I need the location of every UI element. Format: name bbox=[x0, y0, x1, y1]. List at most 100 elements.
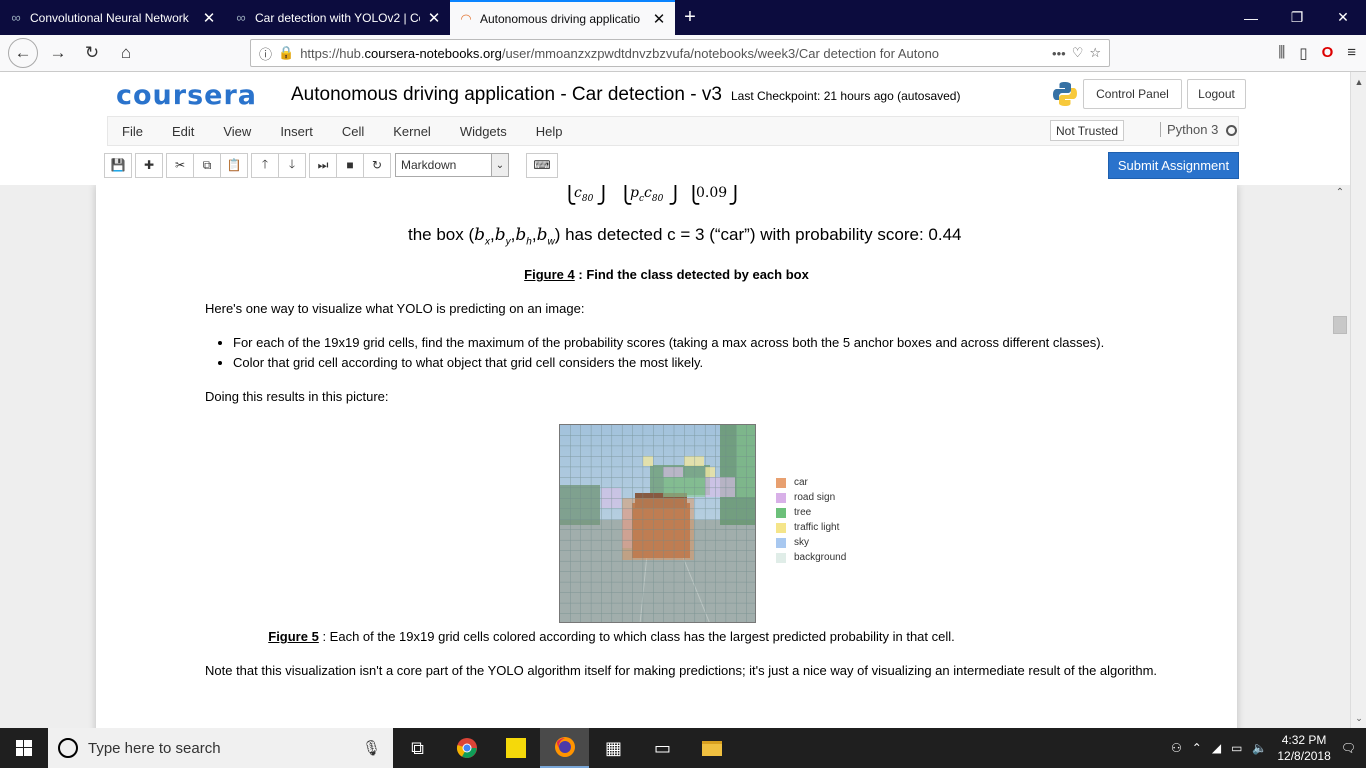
list-item: Color that grid cell according to what o… bbox=[233, 353, 1104, 373]
reload-button[interactable]: ↻ bbox=[78, 39, 106, 67]
new-tab-button[interactable]: + bbox=[675, 0, 705, 35]
home-button[interactable]: ⌂ bbox=[112, 39, 140, 67]
page-actions-icon[interactable]: ••• bbox=[1052, 46, 1066, 61]
save-button[interactable]: 💾 bbox=[104, 152, 132, 178]
notifications-icon[interactable]: 🗨 bbox=[1341, 741, 1356, 755]
menu-cell[interactable]: Cell bbox=[342, 124, 364, 139]
taskbar-clock[interactable]: 4:32 PM 12/8/2018 bbox=[1277, 732, 1330, 764]
move-up-button[interactable]: 🡑 bbox=[251, 152, 279, 178]
taskbar-search[interactable]: Type here to search 🎙 bbox=[48, 728, 393, 768]
kernel-idle-icon bbox=[1226, 125, 1238, 137]
opera-icon[interactable]: O bbox=[1322, 44, 1334, 62]
scroll-thumb[interactable] bbox=[1333, 316, 1347, 334]
insert-cell-button[interactable]: ✚ bbox=[135, 152, 163, 178]
firefox-icon[interactable] bbox=[540, 728, 589, 768]
notebook-site: ⎩ c80 ⎭ ⎩ pcc80 ⎭ ⎩ 0.09 ⎭ the box (bx,b… bbox=[0, 185, 1350, 728]
info-icon[interactable]: ⓘ bbox=[259, 44, 272, 63]
figure-5-caption: Figure 5 : Each of the 19x19 grid cells … bbox=[41, 629, 1182, 644]
intro-paragraph: Here's one way to visualize what YOLO is… bbox=[205, 301, 585, 316]
tab-convolutional-neural-networks[interactable]: ∞ Convolutional Neural Network ✕ bbox=[0, 0, 225, 35]
move-down-button[interactable]: 🡓 bbox=[278, 152, 306, 178]
python-logo-icon bbox=[1053, 82, 1077, 106]
terminal-icon[interactable]: ▭ bbox=[638, 728, 687, 768]
menu-edit[interactable]: Edit bbox=[172, 124, 194, 139]
copy-button[interactable]: ⧉ bbox=[193, 152, 221, 178]
notebook-scrollbar[interactable]: ⌃ bbox=[1331, 185, 1349, 728]
sidebar-icon[interactable]: ▯ bbox=[1299, 44, 1307, 62]
tab-autonomous-driving[interactable]: ◠ Autonomous driving applicatio ✕ bbox=[450, 0, 675, 35]
command-palette-button[interactable]: ⌨ bbox=[526, 152, 558, 178]
pocket-icon[interactable]: ♡ bbox=[1072, 45, 1084, 61]
url-text[interactable]: https://hub.coursera-notebooks.org/user/… bbox=[300, 46, 1046, 61]
cut-button[interactable]: ✂ bbox=[166, 152, 194, 178]
close-tab-icon[interactable]: ✕ bbox=[426, 9, 442, 27]
menu-file[interactable]: File bbox=[122, 124, 143, 139]
tab-car-detection[interactable]: ∞ Car detection with YOLOv2 | Co ✕ bbox=[225, 0, 450, 35]
cell-type-select[interactable]: Markdown ⌄ bbox=[395, 153, 509, 177]
menu-view[interactable]: View bbox=[223, 124, 251, 139]
menu-kernel[interactable]: Kernel bbox=[393, 124, 431, 139]
windows-taskbar: Type here to search 🎙 ⧉ ▦ ▭ ⚇ ⌃ ◢ ▭ 🔈 4:… bbox=[0, 728, 1366, 768]
bracket-right: ⎭ bbox=[668, 185, 683, 205]
matrix-c80: c80 bbox=[574, 185, 593, 204]
kernel-indicator: Python 3 bbox=[1160, 122, 1238, 137]
microphone-icon[interactable]: 🎙 bbox=[362, 739, 381, 757]
legend-label: tree bbox=[794, 507, 812, 518]
cortana-icon bbox=[58, 738, 78, 758]
scroll-down-icon[interactable]: ⌄ bbox=[1351, 710, 1366, 726]
close-tab-icon[interactable]: ✕ bbox=[651, 10, 667, 28]
restore-icon[interactable]: ❐ bbox=[1274, 0, 1320, 35]
minimize-icon[interactable]: — bbox=[1228, 0, 1274, 35]
volume-icon[interactable]: 🔈 bbox=[1252, 741, 1267, 755]
menu-help[interactable]: Help bbox=[536, 124, 563, 139]
interrupt-button[interactable]: ■ bbox=[336, 152, 364, 178]
start-button[interactable] bbox=[0, 728, 48, 768]
library-icon[interactable]: ⫼ bbox=[1278, 44, 1285, 62]
windows-logo-icon bbox=[16, 740, 32, 756]
menu-widgets[interactable]: Widgets bbox=[460, 124, 507, 139]
paste-button[interactable]: 📋 bbox=[220, 152, 248, 178]
matrix-c80-var: c bbox=[574, 185, 582, 201]
matrix-c-var: c bbox=[644, 185, 652, 201]
legend-item: tree bbox=[776, 505, 846, 520]
figure-4-text: : Find the class detected by each box bbox=[578, 267, 809, 282]
file-explorer-icon[interactable] bbox=[687, 728, 736, 768]
formula-var: b bbox=[474, 225, 486, 245]
not-trusted-indicator[interactable]: Not Trusted bbox=[1050, 120, 1125, 141]
keyboard-icon: ⌨ bbox=[533, 158, 551, 172]
scroll-up-icon[interactable]: ⌃ bbox=[1331, 187, 1349, 198]
calculator-icon[interactable]: ▦ bbox=[589, 728, 638, 768]
forward-button[interactable]: → bbox=[44, 39, 72, 67]
bullet-list: For each of the 19x19 grid cells, find t… bbox=[233, 333, 1104, 373]
people-icon[interactable]: ⚇ bbox=[1171, 741, 1182, 755]
back-button[interactable]: ← bbox=[8, 38, 38, 68]
page-scrollbar[interactable]: ▲ ⌄ bbox=[1350, 72, 1366, 728]
menu-icon[interactable]: ≡ bbox=[1347, 44, 1356, 62]
legend-swatch bbox=[776, 507, 786, 518]
logout-button[interactable]: Logout bbox=[1187, 79, 1246, 109]
url-path: /user/mmoanzxzpwdtdnvzbzvufa/notebooks/w… bbox=[501, 45, 940, 61]
submit-assignment-button[interactable]: Submit Assignment bbox=[1108, 152, 1239, 179]
menu-insert[interactable]: Insert bbox=[280, 124, 313, 139]
sticky-notes-icon[interactable] bbox=[491, 728, 540, 768]
bookmark-star-icon[interactable]: ☆ bbox=[1089, 45, 1101, 61]
close-window-icon[interactable]: ✕ bbox=[1320, 0, 1366, 35]
save-icon: 💾 bbox=[110, 158, 126, 172]
yolo-grid-image bbox=[560, 425, 755, 622]
coursera-logo[interactable]: coursera bbox=[116, 80, 257, 111]
chevron-down-icon: ⌄ bbox=[491, 154, 508, 176]
battery-icon[interactable]: ▭ bbox=[1231, 741, 1242, 755]
url-bar[interactable]: ⓘ 🔒 https://hub.coursera-notebooks.org/u… bbox=[250, 39, 1110, 67]
task-view-icon[interactable]: ⧉ bbox=[393, 728, 442, 768]
matrix-c-sub: 80 bbox=[651, 193, 664, 204]
run-button[interactable]: ⏭ bbox=[309, 152, 337, 178]
chrome-icon[interactable] bbox=[442, 728, 491, 768]
network-icon[interactable]: ◢ bbox=[1212, 741, 1221, 755]
scroll-up-icon[interactable]: ▲ bbox=[1351, 74, 1366, 90]
restart-button[interactable]: ↻ bbox=[363, 152, 391, 178]
close-tab-icon[interactable]: ✕ bbox=[201, 9, 217, 27]
notebook-title[interactable]: Autonomous driving application - Car det… bbox=[291, 84, 722, 106]
control-panel-button[interactable]: Control Panel bbox=[1083, 79, 1182, 109]
show-hidden-icons-icon[interactable]: ⌃ bbox=[1192, 741, 1202, 755]
formula-suffix: ) has detected c = 3 (“car”) with probab… bbox=[554, 225, 962, 244]
